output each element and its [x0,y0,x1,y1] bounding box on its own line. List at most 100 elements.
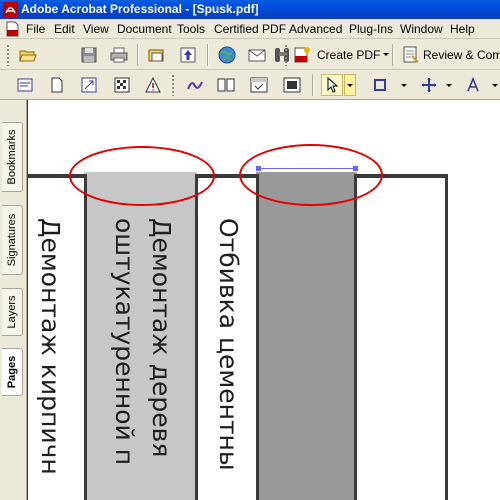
dropdown-arrow-icon[interactable] [401,84,407,87]
link-tool-button[interactable] [78,74,100,96]
save-icon [81,47,97,63]
binoculars-icon [275,48,289,62]
navigation-pane: Bookmarks Signatures Layers Pages [0,100,27,500]
save-button[interactable] [78,44,100,66]
toolbar-separator [137,44,139,66]
open-icon [19,50,37,62]
tab-bookmarks[interactable]: Bookmarks [2,122,23,192]
warning-icon [145,77,161,93]
print-icon [110,47,128,63]
select-tool-icon [327,77,339,93]
menu-tools[interactable]: Tools [177,19,205,39]
tab-pages[interactable]: Pages [2,348,23,396]
upload-icon [180,47,196,63]
selected-column[interactable] [256,172,357,500]
table-column-highlight [84,172,197,500]
compare-tool-button[interactable] [215,74,237,96]
review-icon [403,46,419,63]
toolbar-grip[interactable] [6,44,10,66]
note-tool-button[interactable] [14,74,36,96]
organizer-icon [148,49,164,62]
link-icon [81,77,97,93]
column-text-3: оштукатуренной п [110,218,139,466]
column-border [354,174,357,500]
tab-signatures[interactable]: Signatures [2,205,23,275]
tab-signatures-label: Signatures [6,213,18,267]
crop-tool-button[interactable] [369,74,391,96]
review-icon-button[interactable] [399,44,421,66]
compare-icon [217,78,235,92]
menu-document[interactable]: Document [117,19,172,39]
note-icon [17,78,33,92]
page-icon [51,77,63,93]
document-viewport[interactable]: Демонтаж кирпичн Демонтаж деревя оштукат… [27,100,500,500]
column-border [84,174,87,500]
select-tool-button[interactable] [321,74,343,96]
toolbar-separator [207,44,209,66]
toolbar-separator [392,44,394,66]
tab-bookmarks-label: Bookmarks [6,129,18,185]
page-edge [27,100,28,500]
form-icon [250,77,268,93]
open-button[interactable] [17,44,39,66]
annotation-ellipse[interactable] [69,146,215,206]
menu-file[interactable]: File [26,19,45,39]
file-toolbar: Create PDF Review & Comm [0,40,500,70]
menu-help[interactable]: Help [450,19,475,39]
tools-toolbar [0,71,500,100]
column-text-1: Демонтаж кирпичн [36,218,65,475]
column-text-2: Демонтаж деревя [147,218,176,458]
search-web-button[interactable] [216,44,238,66]
menu-certified-pdf[interactable]: Certified PDF [214,19,286,39]
email-button[interactable] [246,44,268,66]
checker-tool-button[interactable] [111,74,133,96]
menu-plug-ins[interactable]: Plug-Ins [349,19,393,39]
column-border [256,174,259,500]
window-title: Adobe Acrobat Professional - [Spusk.pdf] [21,2,259,16]
tab-pages-label: Pages [6,355,18,389]
page-tool-button[interactable] [46,74,68,96]
calculator-tool-button[interactable] [281,74,303,96]
form-tool-button[interactable] [248,74,270,96]
create-pdf-icon-button[interactable] [291,44,313,66]
tab-layers[interactable]: Layers [2,288,23,336]
column-text-4: Отбивка цементны [214,218,243,471]
dropdown-arrow-icon[interactable] [446,84,452,87]
menu-bar: File Edit View Document Tools Certified … [0,19,500,39]
calculator-icon [283,77,301,93]
column-border [195,174,198,500]
review-comment-button[interactable]: Review & Comm [423,48,500,62]
menu-edit[interactable]: Edit [54,19,75,39]
dropdown-arrow-icon[interactable] [492,84,498,87]
table-right-border [445,174,448,500]
toolbar-grip[interactable] [171,74,175,96]
menu-view[interactable]: View [83,19,109,39]
dropdown-arrow-icon [347,84,353,87]
warning-tool-button[interactable] [142,74,164,96]
text-tool-button[interactable] [462,74,484,96]
upload-button[interactable] [177,44,199,66]
title-bar: Adobe Acrobat Professional - [Spusk.pdf] [0,0,500,19]
pdf-document-icon[interactable] [5,21,20,37]
tab-layers-label: Layers [6,295,18,329]
organizer-button[interactable] [146,44,168,66]
create-pdf-icon [294,47,310,63]
text-icon [467,77,479,92]
pan-tool-button[interactable] [418,74,440,96]
dropdown-arrow-icon[interactable] [383,53,389,56]
zoom-icon [422,78,436,92]
select-tool-dropdown[interactable] [344,74,356,96]
search-button[interactable] [271,44,293,66]
print-button[interactable] [108,44,130,66]
annotation-ellipse[interactable] [239,144,383,206]
menu-advanced[interactable]: Advanced [289,19,342,39]
create-pdf-button[interactable]: Create PDF [317,48,380,62]
toolbar-separator [312,74,314,96]
sign-tool-button[interactable] [184,74,206,96]
search-web-icon [218,46,236,64]
toolbar-grip[interactable] [284,44,288,66]
crop-icon [374,79,386,91]
email-icon [248,49,266,62]
acrobat-app-icon [3,2,18,17]
menu-window[interactable]: Window [400,19,443,39]
